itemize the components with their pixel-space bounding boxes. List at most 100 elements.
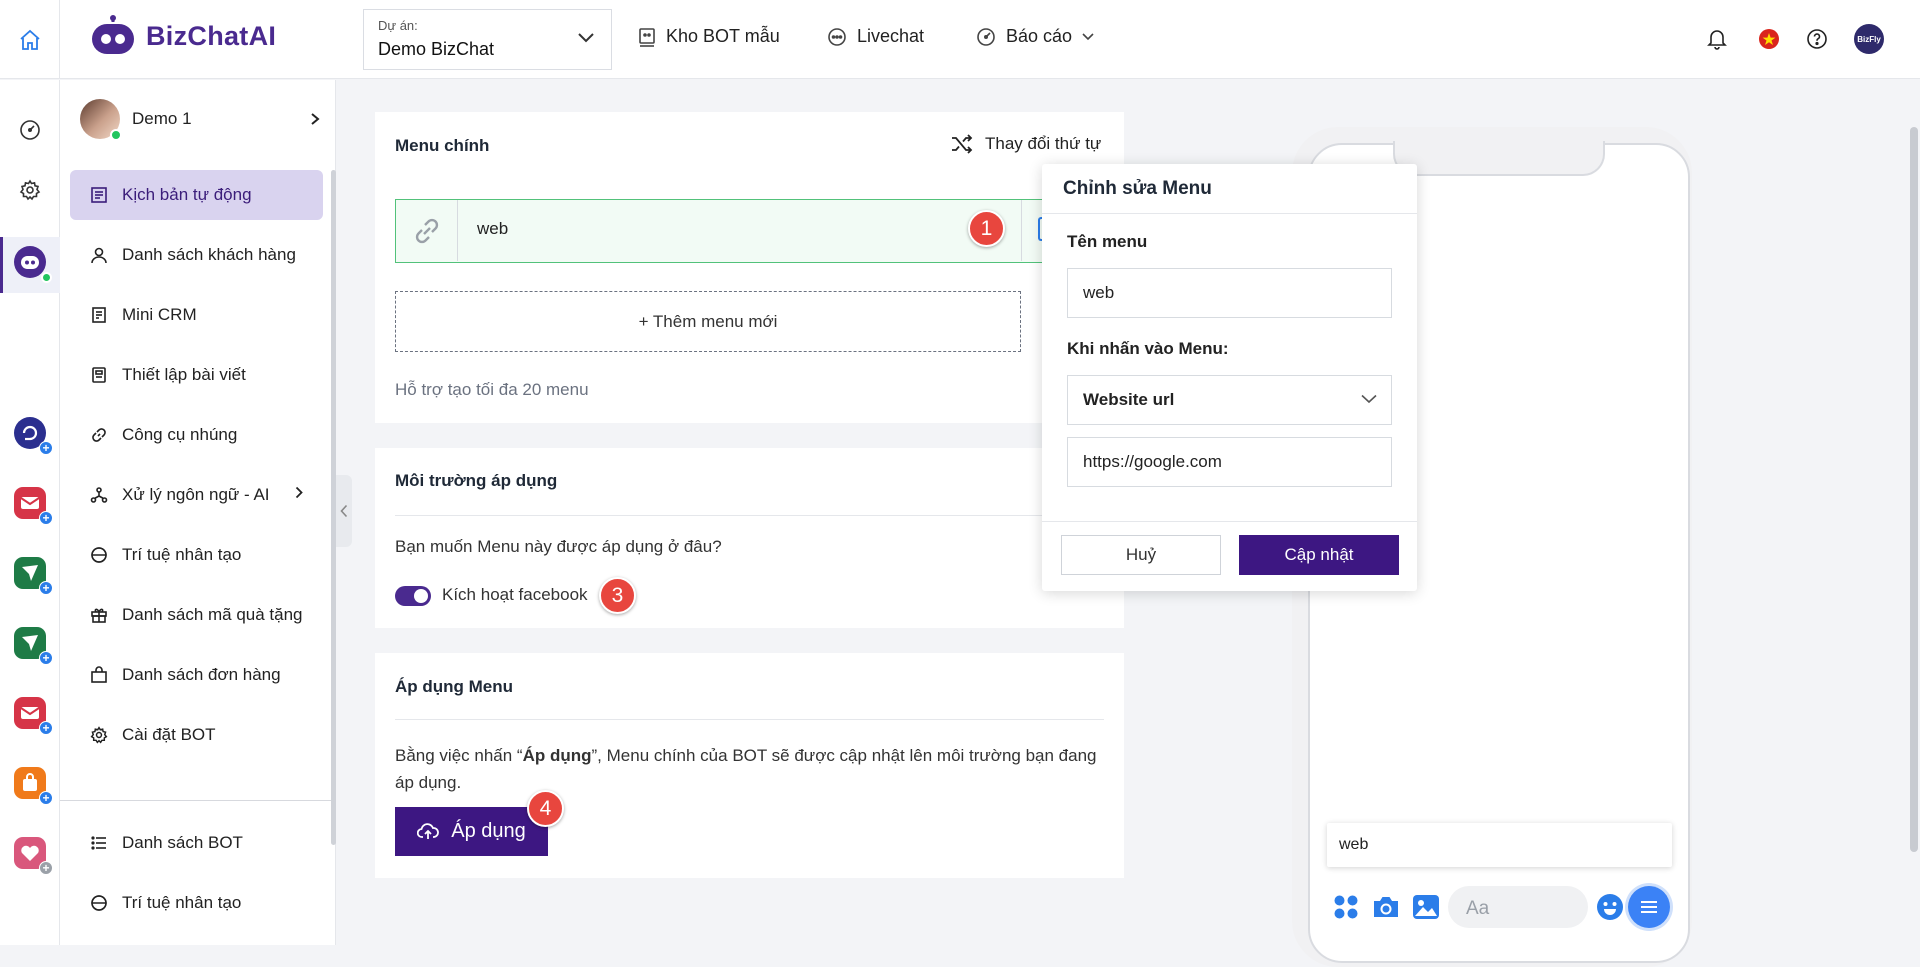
bot-template-icon: [639, 27, 655, 47]
menu-name-input[interactable]: web: [1067, 268, 1392, 318]
cloud-upload-icon: [417, 822, 440, 839]
facebook-toggle[interactable]: [395, 586, 431, 606]
emoji-icon: [1597, 894, 1623, 920]
add-app-icon: +: [39, 511, 53, 525]
chat-bubble-icon: [828, 27, 846, 46]
facebook-toggle-label: Kích hoạt facebook: [442, 585, 588, 604]
rail-app-bizchat[interactable]: [14, 246, 52, 283]
url-input[interactable]: https://google.com: [1067, 437, 1392, 487]
sidebar-item-posts[interactable]: Thiết lập bài viết: [70, 350, 323, 400]
online-dot: [110, 129, 122, 141]
hamburger-icon: [1641, 901, 1657, 913]
message-input[interactable]: Aa: [1448, 886, 1588, 928]
rail-app-7[interactable]: +: [14, 837, 53, 875]
rail-settings[interactable]: [14, 174, 46, 206]
persistent-menu-button[interactable]: [1628, 886, 1670, 928]
post-icon: [92, 367, 106, 383]
menu-item-type: [396, 200, 458, 261]
link-icon: [92, 428, 106, 442]
menu-item-row[interactable]: web: [395, 199, 1052, 263]
help-button[interactable]: [1802, 24, 1832, 54]
page-scrollbar[interactable]: [1910, 127, 1918, 852]
nav-bot-template-label: Kho BOT mẫu: [666, 26, 780, 46]
sidebar-collapse-button[interactable]: [336, 475, 352, 547]
emoji-button[interactable]: [1592, 889, 1628, 925]
reorder-label: Thay đổi thứ tự: [985, 134, 1102, 153]
sidebar-item-orders[interactable]: Danh sách đơn hàng: [70, 650, 323, 700]
sidebar-item-customers[interactable]: Danh sách khách hàng: [70, 230, 323, 280]
rail-app-2[interactable]: +: [14, 487, 53, 525]
menu-limit-hint: Hỗ trợ tạo tối đa 20 menu: [395, 380, 589, 399]
chevron-down-icon: [1361, 394, 1377, 404]
brand-name: BizChatAI: [146, 20, 277, 51]
chevron-left-icon: [340, 504, 348, 518]
bot-selector[interactable]: Demo 1: [80, 94, 320, 144]
reorder-button[interactable]: Thay đổi thứ tự: [951, 134, 1101, 154]
sidebar-item-label: Danh sách khách hàng: [122, 245, 296, 264]
rail-app-4[interactable]: +: [14, 627, 53, 665]
crm-icon: [92, 307, 106, 323]
rail-app-1[interactable]: +: [14, 417, 53, 455]
environment-title: Môi trường áp dụng: [395, 471, 558, 490]
menu-action-value: Website url: [1083, 390, 1175, 409]
sidebar-item-nlp[interactable]: Xử lý ngôn ngữ - AI: [70, 470, 323, 520]
language-button[interactable]: [1754, 24, 1784, 54]
sidebar-item-bot-settings[interactable]: Cài đặt BOT: [70, 710, 323, 760]
project-select[interactable]: Dự án: Demo BizChat: [363, 9, 612, 70]
user-icon: [91, 247, 107, 264]
project-label: Dự án:: [378, 18, 418, 33]
popover-title: Chỉnh sửa Menu: [1042, 164, 1417, 214]
rail-dashboard[interactable]: [14, 114, 46, 146]
rail-app-6[interactable]: +: [14, 767, 53, 805]
nav-livechat[interactable]: Livechat: [827, 26, 924, 47]
sidebar-item-gift-codes[interactable]: Danh sách mã quà tặng: [70, 590, 323, 640]
nav-report[interactable]: Báo cáo: [976, 26, 1094, 47]
apply-desc-suffix: ”, Menu chính của BOT sẽ được cập nhật l…: [591, 746, 1097, 765]
project-value: Demo BizChat: [378, 39, 495, 59]
brand-logo[interactable]: BizChatAI: [88, 14, 276, 58]
environment-card: Môi trường áp dụng Bạn muốn Menu này đượ…: [375, 448, 1124, 628]
preview-menu-item[interactable]: web: [1327, 823, 1672, 867]
sidebar-item-ai[interactable]: Trí tuệ nhân tạo: [70, 530, 323, 580]
sidebar-item-auto-script[interactable]: Kịch bản tự động: [70, 170, 323, 220]
camera-button[interactable]: [1368, 889, 1404, 925]
apply-description: Bằng việc nhấn “Áp dụng”, Menu chính của…: [395, 742, 1115, 796]
sidebar-item-bot-list[interactable]: Danh sách BOT: [70, 818, 323, 868]
apply-title: Áp dụng Menu: [395, 677, 514, 696]
divider: [395, 515, 1104, 516]
main-menu-title: Menu chính: [395, 136, 490, 155]
menu-action-select[interactable]: Website url: [1067, 375, 1392, 425]
step-badge-3: 3: [599, 577, 636, 614]
list-icon: [91, 836, 106, 850]
chevron-right-icon: [311, 113, 320, 125]
sidebar-item-embed[interactable]: Công cụ nhúng: [70, 410, 323, 460]
top-bar: BizChatAI Dự án: Demo BizChat Kho BOT mẫ…: [0, 0, 1920, 79]
rail-app-5[interactable]: +: [14, 697, 53, 735]
home-button[interactable]: [0, 0, 60, 79]
sidebar-item-label: Thiết lập bài viết: [122, 365, 246, 384]
gallery-button[interactable]: [1408, 889, 1444, 925]
apply-button[interactable]: Áp dụng: [395, 807, 548, 856]
apps-button[interactable]: [1328, 889, 1364, 925]
notification-button[interactable]: [1702, 24, 1732, 54]
bag-icon: [91, 666, 107, 683]
sidebar: Demo 1 Kịch bản tự động Danh sách khách …: [60, 80, 336, 945]
help-icon: [1807, 29, 1827, 49]
nav-bot-template[interactable]: Kho BOT mẫu: [638, 26, 780, 47]
sidebar-divider: [60, 800, 335, 801]
rail-app-3[interactable]: +: [14, 557, 53, 595]
apply-button-label: Áp dụng: [451, 820, 526, 842]
apply-desc-prefix: Bằng việc nhấn “: [395, 746, 523, 765]
shuffle-icon: [952, 134, 973, 154]
bot-logo-icon: [21, 256, 39, 269]
sidebar-item-mini-crm[interactable]: Mini CRM: [70, 290, 323, 340]
vietnam-flag-icon: [1759, 29, 1779, 49]
add-menu-button[interactable]: + Thêm menu mới: [395, 291, 1021, 352]
gear-icon: [90, 726, 108, 744]
sidebar-item-ai-bottom[interactable]: Trí tuệ nhân tạo: [70, 878, 323, 928]
mail-icon: [20, 497, 40, 509]
cancel-button[interactable]: Huỷ: [1061, 535, 1221, 575]
user-avatar[interactable]: BizFly: [1854, 24, 1884, 54]
sidebar-item-label: Kịch bản tự động: [122, 185, 252, 204]
update-button[interactable]: Cập nhật: [1239, 535, 1399, 575]
